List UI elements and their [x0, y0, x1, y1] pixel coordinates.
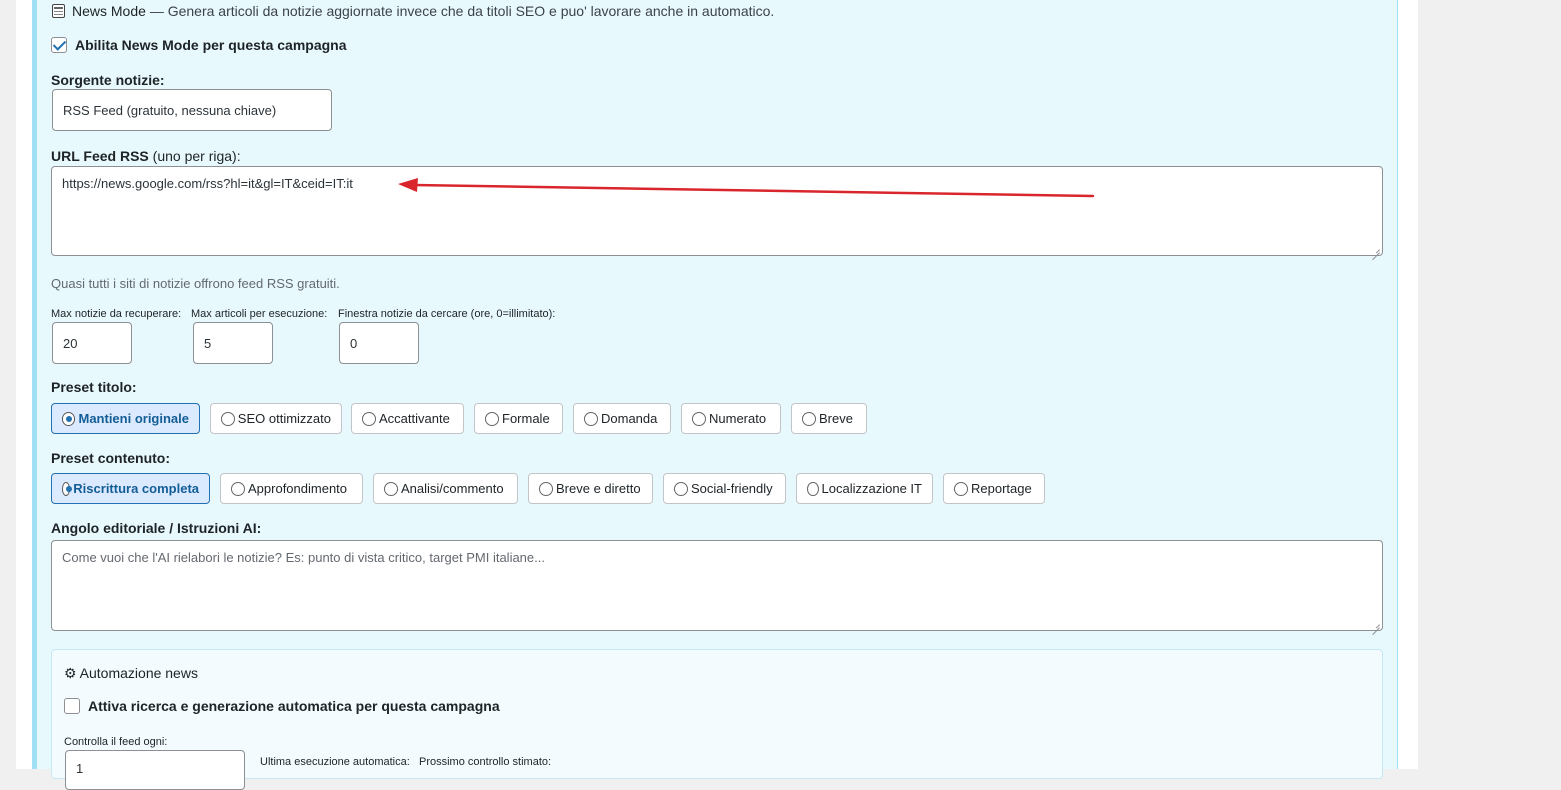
title-preset-option[interactable]: Accattivante — [351, 403, 464, 434]
annotation-arrow-shaft — [412, 183, 1095, 198]
radio-icon — [674, 481, 688, 496]
content-preset-option[interactable]: Approfondimento — [220, 473, 363, 504]
right-gutter — [1418, 0, 1561, 769]
title-preset-option[interactable]: Formale — [474, 403, 563, 434]
last-run-label: Ultima esecuzione automatica: — [260, 756, 410, 768]
title-preset-option[interactable]: Domanda — [573, 403, 671, 434]
source-label: Sorgente notizie: — [51, 72, 165, 88]
radio-icon — [62, 411, 76, 426]
radio-icon — [954, 481, 968, 496]
radio-icon — [539, 481, 553, 496]
radio-icon — [802, 411, 816, 426]
enable-news-mode-checkbox[interactable] — [51, 37, 67, 53]
check-every-input[interactable]: 1 — [65, 750, 245, 790]
title-preset-option[interactable]: Breve — [791, 403, 867, 434]
window-value: 0 — [350, 335, 358, 351]
radio-icon — [62, 481, 73, 496]
editorial-textarea[interactable]: Come vuoi che l'AI rielabori le notizie?… — [51, 540, 1383, 631]
automation-enable-checkbox[interactable] — [64, 698, 80, 714]
editorial-placeholder: Come vuoi che l'AI rielabori le notizie?… — [62, 550, 545, 565]
resize-grip-icon[interactable] — [1372, 620, 1380, 628]
max-news-label: Max notizie da recuperare: — [51, 308, 182, 320]
source-select-value: RSS Feed (gratuito, nessuna chiave) — [63, 102, 277, 118]
content-preset-label: Preset contenuto: — [51, 450, 171, 466]
content-preset-option[interactable]: Social-friendly — [663, 473, 786, 504]
radio-icon — [807, 481, 819, 496]
next-check-label: Prossimo controllo stimato: — [419, 756, 552, 768]
radio-icon — [231, 481, 245, 496]
content-preset-option[interactable]: Reportage — [943, 473, 1045, 504]
window-input[interactable]: 0 — [339, 322, 419, 364]
content-preset-option[interactable]: Riscrittura completa — [51, 473, 210, 504]
resize-grip-icon[interactable] — [1372, 245, 1380, 253]
annotation-arrow — [398, 178, 1095, 198]
automation-title: ⚙ Automazione news — [64, 665, 198, 681]
check-every-label: Controlla il feed ogni: — [64, 736, 168, 748]
window-label: Finestra notizie da cercare (ore, 0=illi… — [338, 308, 556, 320]
news-mode-description: — Genera articoli da notizie aggiornate … — [149, 3, 775, 19]
title-preset-label: Preset titolo: — [51, 379, 137, 395]
radio-icon — [384, 481, 398, 496]
rss-help-text: Quasi tutti i siti di notizie offrono fe… — [51, 276, 340, 291]
news-mode-header: News Mode — Genera articoli da notizie a… — [52, 3, 774, 19]
radio-icon — [362, 411, 376, 426]
automation-box — [51, 649, 1383, 779]
rss-url-value: https://news.google.com/rss?hl=it&gl=IT&… — [62, 176, 353, 191]
max-articles-input[interactable]: 5 — [193, 322, 273, 364]
title-preset-option[interactable]: Mantieni originale — [51, 403, 200, 434]
news-mode-title: News Mode — [72, 3, 146, 19]
content-preset-option[interactable]: Breve e diretto — [528, 473, 653, 504]
rss-url-label: URL Feed RSS (uno per riga): — [51, 148, 241, 164]
content-preset-option[interactable]: Localizzazione IT — [796, 473, 933, 504]
enable-news-mode-row[interactable]: Abilita News Mode per questa campagna — [51, 37, 347, 53]
radio-icon — [584, 411, 598, 426]
newspaper-icon — [52, 4, 65, 18]
source-select[interactable]: RSS Feed (gratuito, nessuna chiave) — [52, 89, 332, 131]
automation-enable-label: Attiva ricerca e generazione automatica … — [88, 698, 500, 714]
content-preset-option[interactable]: Analisi/commento — [373, 473, 518, 504]
radio-icon — [485, 411, 499, 426]
max-news-input[interactable]: 20 — [52, 322, 132, 364]
annotation-arrow-head — [398, 178, 418, 192]
max-news-value: 20 — [63, 335, 78, 351]
max-articles-value: 5 — [204, 335, 212, 351]
max-articles-label: Max articoli per esecuzione: — [191, 308, 328, 320]
enable-news-mode-label: Abilita News Mode per questa campagna — [75, 37, 347, 53]
automation-enable-row[interactable]: Attiva ricerca e generazione automatica … — [64, 698, 500, 714]
title-preset-option[interactable]: Numerato — [681, 403, 781, 434]
title-preset-option[interactable]: SEO ottimizzato — [210, 403, 342, 434]
radio-icon — [692, 411, 706, 426]
radio-icon — [221, 411, 235, 426]
editorial-label: Angolo editoriale / Istruzioni AI: — [51, 520, 262, 536]
